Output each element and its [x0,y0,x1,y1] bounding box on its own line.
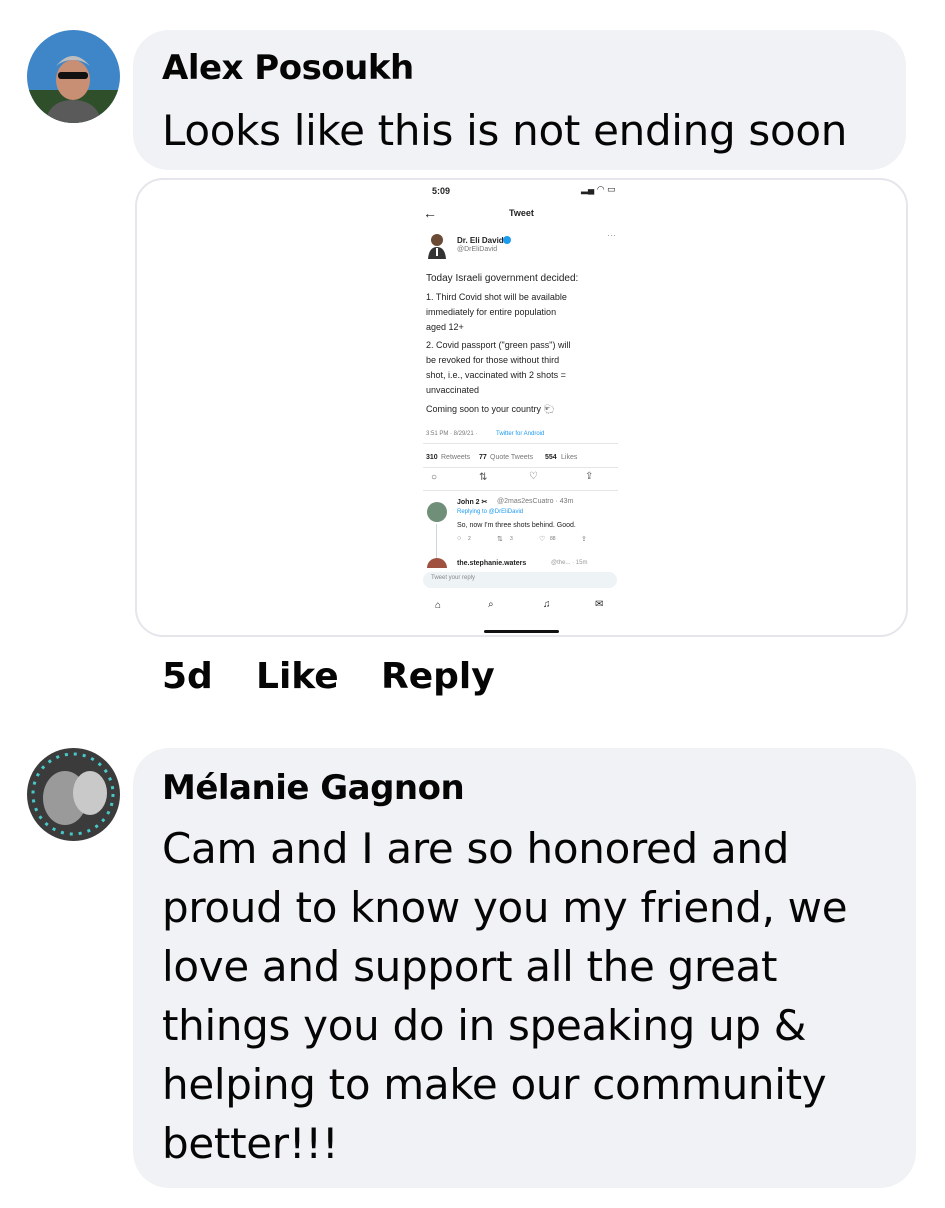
tweet-author-avatar[interactable] [426,231,448,259]
header-title: Tweet [509,208,534,218]
reply-author[interactable]: the.stephanie.waters [457,560,526,567]
comment-author[interactable]: Mélanie Gagnon [162,768,465,808]
reply-retweet-icon[interactable]: ⇅ [497,535,503,543]
reply-input-placeholder: Tweet your reply [431,575,476,581]
divider [423,490,618,491]
reply-handle-time: @2mas2esCuatro · 43m [497,498,574,505]
reply-avatar[interactable] [427,502,447,522]
like-button[interactable]: Like [256,656,339,697]
profile-photo-icon [27,748,120,841]
tweet-source[interactable]: Twitter for Android [496,431,544,437]
reply-handle-time: @the... · 15m [551,560,588,566]
retweets-label[interactable]: Retweets [441,454,470,461]
messages-icon[interactable]: ✉ [595,599,603,610]
reply-reply-icon[interactable]: ○ [457,535,461,542]
quote-count: 77 [479,454,487,461]
retweets-count: 310 [426,454,438,461]
tweet-author-name[interactable]: Dr. Eli David [457,236,504,245]
comment-text-line: helping to make our community [162,1060,827,1109]
back-arrow-icon[interactable]: ← [423,205,437,221]
reply-input[interactable]: Tweet your reply [423,572,617,588]
tweet-time: 3:51 PM · 8/29/21 · [426,431,478,437]
reply-share-icon[interactable]: ⇪ [581,535,587,543]
likes-label[interactable]: Likes [561,454,577,461]
more-options-icon[interactable]: ··· [607,230,616,240]
avatar-alex-posoukh[interactable] [27,30,120,123]
reply-button[interactable]: Reply [381,656,495,697]
reply-reply-count: 2 [468,536,471,542]
quote-label[interactable]: Quote Tweets [490,454,533,461]
home-indicator [484,630,559,633]
reply-like-count: 88 [550,536,556,542]
notifications-icon[interactable]: ♫ [543,599,551,610]
comment-author[interactable]: Alex Posoukh [162,48,414,88]
tweet-line: unvaccinated [426,385,480,395]
share-icon[interactable]: ⇪ [585,471,593,482]
tweet-line: shot, i.e., vaccinated with 2 shots = [426,370,566,380]
tweet-line: Coming soon to your country 🐑 [426,404,555,414]
reply-text: So, now I'm three shots behind. Good. [457,522,576,529]
tweet-line: Today Israeli government decided: [426,273,579,284]
reply-avatar[interactable] [427,558,447,568]
profile-photo-icon [27,30,120,123]
comment-text-line: things you do in speaking up & [162,1001,807,1050]
tweet-line: 1. Third Covid shot will be available [426,292,567,302]
verified-badge-icon [503,236,511,244]
status-icons: ▂▄ ◠ ▭ [581,184,616,194]
tweet-line: immediately for entire population [426,307,557,317]
comment-age: 5d [162,656,213,697]
tweet-line: aged 12+ [426,322,464,332]
like-icon[interactable]: ♡ [529,471,538,482]
replying-to: Replying to @DrEliDavid [457,509,524,515]
search-icon[interactable]: ⌕ [488,599,494,610]
likes-count: 554 [545,454,557,461]
reply-retweet-count: 3 [510,536,513,542]
reply-like-icon[interactable]: ♡ [539,535,545,543]
home-icon[interactable]: ⌂ [435,600,441,611]
tweet-line: 2. Covid passport ("green pass") will [426,340,571,350]
divider [423,467,618,468]
comment-text-line: Cam and I are so honored and [162,824,790,873]
tweet-line: be revoked for those without third [426,355,560,365]
divider [423,443,618,444]
avatar-melanie-gagnon[interactable] [27,748,120,841]
reply-author[interactable]: John 2 ✂ [457,498,487,506]
reply-icon[interactable]: ○ [431,472,437,483]
comment-text-line: better!!! [162,1119,339,1168]
comment-text: Looks like this is not ending soon [162,106,848,155]
attached-screenshot[interactable]: 5:09 ▂▄ ◠ ▭ ← Tweet Dr. Eli David @DrEli… [135,178,908,637]
comment-text-line: proud to know you my friend, we [162,883,848,932]
status-time: 5:09 [432,186,451,196]
tweet-author-handle: @DrEliDavid [457,246,498,253]
retweet-icon[interactable]: ⇅ [479,472,487,483]
comment-text-line: love and support all the great [162,942,778,991]
